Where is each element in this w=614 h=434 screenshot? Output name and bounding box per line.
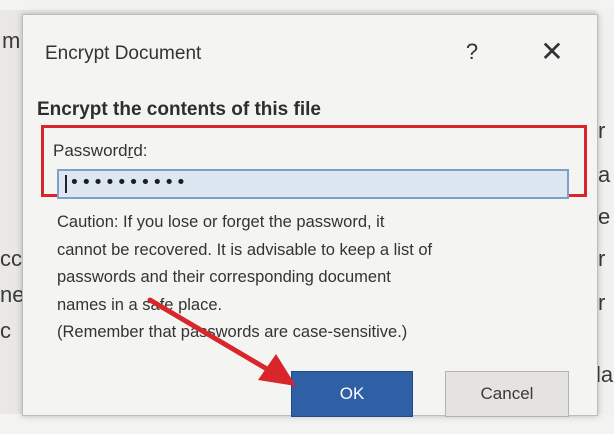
caution-line: passwords and their corresponding docume… <box>57 268 391 286</box>
background-text-fragment: ne <box>0 282 25 307</box>
cancel-button[interactable]: Cancel <box>445 371 569 417</box>
background-text-fragment: la <box>596 362 614 387</box>
caution-line: names in a safe place. <box>57 295 223 314</box>
background-text-fragment: e <box>598 204 611 229</box>
encrypt-document-dialog: Encrypt Document ? ✕ Encrypt the content… <box>22 14 598 417</box>
caution-text: Caution: If you lose or forget the passw… <box>57 209 577 347</box>
background-text-fragment: r <box>598 118 606 143</box>
background-text-fragment: r <box>598 246 606 271</box>
password-masked-value: •••••••••• <box>69 172 188 193</box>
background-text-fragment: cc <box>0 246 22 271</box>
background-text-fragment: r <box>598 290 606 315</box>
background-text-fragment: c <box>0 318 11 343</box>
ok-button[interactable]: OK <box>291 371 413 417</box>
help-button[interactable]: ? <box>457 37 487 67</box>
password-input[interactable]: •••••••••• <box>57 169 569 199</box>
section-heading: Encrypt the contents of this file <box>37 99 321 120</box>
background-document-bottom <box>0 414 614 434</box>
dialog-title: Encrypt Document <box>45 43 202 64</box>
background-document-top <box>0 0 614 10</box>
caution-line: cannot be recovered. It is advisable to … <box>57 240 433 259</box>
background-text-fragment: m <box>2 28 21 53</box>
close-button[interactable]: ✕ <box>535 35 569 69</box>
background-text-fragment: a <box>598 162 611 187</box>
text-caret <box>65 175 67 193</box>
caution-line: (Remember that passwords are case-sensit… <box>57 323 408 341</box>
password-label: Passwordrd: <box>53 141 148 160</box>
caution-line: Caution: If you lose or forget the passw… <box>57 213 385 231</box>
